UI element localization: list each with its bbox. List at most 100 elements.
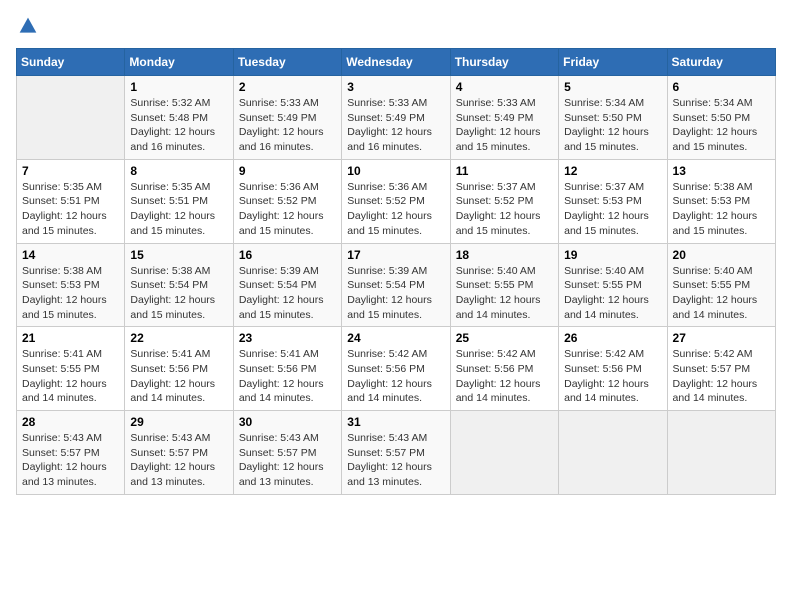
header-sunday: Sunday [17, 49, 125, 76]
day-info: Sunrise: 5:36 AM Sunset: 5:52 PM Dayligh… [239, 180, 336, 239]
sunrise: Sunrise: 5:35 AM [130, 180, 227, 195]
daylight: Daylight: 12 hours and 15 minutes. [130, 293, 227, 322]
sunrise: Sunrise: 5:40 AM [673, 264, 770, 279]
calendar-cell: 1 Sunrise: 5:32 AM Sunset: 5:48 PM Dayli… [125, 76, 233, 160]
daylight: Daylight: 12 hours and 14 minutes. [673, 293, 770, 322]
day-number: 19 [564, 248, 661, 262]
daylight: Daylight: 12 hours and 14 minutes. [564, 377, 661, 406]
day-info: Sunrise: 5:37 AM Sunset: 5:53 PM Dayligh… [564, 180, 661, 239]
day-number: 31 [347, 415, 444, 429]
calendar-cell: 12 Sunrise: 5:37 AM Sunset: 5:53 PM Dayl… [559, 159, 667, 243]
day-info: Sunrise: 5:38 AM Sunset: 5:53 PM Dayligh… [22, 264, 119, 323]
header-monday: Monday [125, 49, 233, 76]
day-info: Sunrise: 5:36 AM Sunset: 5:52 PM Dayligh… [347, 180, 444, 239]
daylight: Daylight: 12 hours and 14 minutes. [673, 377, 770, 406]
week-row-5: 28 Sunrise: 5:43 AM Sunset: 5:57 PM Dayl… [17, 411, 776, 495]
day-number: 22 [130, 331, 227, 345]
sunrise: Sunrise: 5:35 AM [22, 180, 119, 195]
calendar-cell: 5 Sunrise: 5:34 AM Sunset: 5:50 PM Dayli… [559, 76, 667, 160]
day-info: Sunrise: 5:40 AM Sunset: 5:55 PM Dayligh… [673, 264, 770, 323]
day-number: 2 [239, 80, 336, 94]
sunset: Sunset: 5:52 PM [239, 194, 336, 209]
daylight: Daylight: 12 hours and 15 minutes. [239, 293, 336, 322]
day-number: 12 [564, 164, 661, 178]
sunset: Sunset: 5:56 PM [456, 362, 553, 377]
daylight: Daylight: 12 hours and 14 minutes. [239, 377, 336, 406]
calendar-cell: 13 Sunrise: 5:38 AM Sunset: 5:53 PM Dayl… [667, 159, 775, 243]
day-info: Sunrise: 5:38 AM Sunset: 5:53 PM Dayligh… [673, 180, 770, 239]
day-number: 14 [22, 248, 119, 262]
logo [16, 16, 38, 36]
day-number: 28 [22, 415, 119, 429]
day-number: 30 [239, 415, 336, 429]
calendar-cell: 6 Sunrise: 5:34 AM Sunset: 5:50 PM Dayli… [667, 76, 775, 160]
sunrise: Sunrise: 5:41 AM [22, 347, 119, 362]
header-saturday: Saturday [667, 49, 775, 76]
day-info: Sunrise: 5:41 AM Sunset: 5:56 PM Dayligh… [239, 347, 336, 406]
sunrise: Sunrise: 5:41 AM [239, 347, 336, 362]
day-number: 26 [564, 331, 661, 345]
sunrise: Sunrise: 5:43 AM [239, 431, 336, 446]
calendar-cell: 22 Sunrise: 5:41 AM Sunset: 5:56 PM Dayl… [125, 327, 233, 411]
day-number: 20 [673, 248, 770, 262]
day-info: Sunrise: 5:43 AM Sunset: 5:57 PM Dayligh… [347, 431, 444, 490]
sunrise: Sunrise: 5:38 AM [673, 180, 770, 195]
sunrise: Sunrise: 5:32 AM [130, 96, 227, 111]
sunrise: Sunrise: 5:40 AM [456, 264, 553, 279]
day-info: Sunrise: 5:41 AM Sunset: 5:55 PM Dayligh… [22, 347, 119, 406]
day-info: Sunrise: 5:33 AM Sunset: 5:49 PM Dayligh… [456, 96, 553, 155]
sunset: Sunset: 5:56 PM [130, 362, 227, 377]
calendar-cell: 26 Sunrise: 5:42 AM Sunset: 5:56 PM Dayl… [559, 327, 667, 411]
daylight: Daylight: 12 hours and 15 minutes. [456, 125, 553, 154]
day-number: 3 [347, 80, 444, 94]
daylight: Daylight: 12 hours and 14 minutes. [22, 377, 119, 406]
daylight: Daylight: 12 hours and 14 minutes. [130, 377, 227, 406]
calendar-cell: 19 Sunrise: 5:40 AM Sunset: 5:55 PM Dayl… [559, 243, 667, 327]
sunset: Sunset: 5:49 PM [239, 111, 336, 126]
day-number: 10 [347, 164, 444, 178]
daylight: Daylight: 12 hours and 13 minutes. [22, 460, 119, 489]
daylight: Daylight: 12 hours and 16 minutes. [130, 125, 227, 154]
sunrise: Sunrise: 5:33 AM [239, 96, 336, 111]
calendar-cell: 9 Sunrise: 5:36 AM Sunset: 5:52 PM Dayli… [233, 159, 341, 243]
header-friday: Friday [559, 49, 667, 76]
daylight: Daylight: 12 hours and 16 minutes. [239, 125, 336, 154]
sunset: Sunset: 5:57 PM [130, 446, 227, 461]
calendar-cell: 27 Sunrise: 5:42 AM Sunset: 5:57 PM Dayl… [667, 327, 775, 411]
sunset: Sunset: 5:50 PM [564, 111, 661, 126]
header-tuesday: Tuesday [233, 49, 341, 76]
sunrise: Sunrise: 5:34 AM [673, 96, 770, 111]
day-info: Sunrise: 5:33 AM Sunset: 5:49 PM Dayligh… [239, 96, 336, 155]
day-number: 29 [130, 415, 227, 429]
daylight: Daylight: 12 hours and 13 minutes. [130, 460, 227, 489]
daylight: Daylight: 12 hours and 15 minutes. [130, 209, 227, 238]
calendar-cell [559, 411, 667, 495]
sunrise: Sunrise: 5:40 AM [564, 264, 661, 279]
calendar-cell: 29 Sunrise: 5:43 AM Sunset: 5:57 PM Dayl… [125, 411, 233, 495]
day-info: Sunrise: 5:34 AM Sunset: 5:50 PM Dayligh… [673, 96, 770, 155]
sunset: Sunset: 5:49 PM [456, 111, 553, 126]
daylight: Daylight: 12 hours and 15 minutes. [456, 209, 553, 238]
sunset: Sunset: 5:48 PM [130, 111, 227, 126]
sunset: Sunset: 5:53 PM [22, 278, 119, 293]
sunset: Sunset: 5:57 PM [22, 446, 119, 461]
sunset: Sunset: 5:57 PM [347, 446, 444, 461]
daylight: Daylight: 12 hours and 15 minutes. [673, 125, 770, 154]
calendar-cell: 18 Sunrise: 5:40 AM Sunset: 5:55 PM Dayl… [450, 243, 558, 327]
sunrise: Sunrise: 5:34 AM [564, 96, 661, 111]
sunrise: Sunrise: 5:43 AM [347, 431, 444, 446]
calendar-cell: 30 Sunrise: 5:43 AM Sunset: 5:57 PM Dayl… [233, 411, 341, 495]
day-number: 8 [130, 164, 227, 178]
daylight: Daylight: 12 hours and 15 minutes. [239, 209, 336, 238]
sunrise: Sunrise: 5:43 AM [130, 431, 227, 446]
calendar-cell: 28 Sunrise: 5:43 AM Sunset: 5:57 PM Dayl… [17, 411, 125, 495]
sunset: Sunset: 5:53 PM [564, 194, 661, 209]
day-info: Sunrise: 5:42 AM Sunset: 5:56 PM Dayligh… [456, 347, 553, 406]
calendar-cell: 15 Sunrise: 5:38 AM Sunset: 5:54 PM Dayl… [125, 243, 233, 327]
calendar-cell: 14 Sunrise: 5:38 AM Sunset: 5:53 PM Dayl… [17, 243, 125, 327]
sunrise: Sunrise: 5:42 AM [564, 347, 661, 362]
day-number: 24 [347, 331, 444, 345]
calendar-cell: 4 Sunrise: 5:33 AM Sunset: 5:49 PM Dayli… [450, 76, 558, 160]
daylight: Daylight: 12 hours and 14 minutes. [564, 293, 661, 322]
calendar-header-row: SundayMondayTuesdayWednesdayThursdayFrid… [17, 49, 776, 76]
